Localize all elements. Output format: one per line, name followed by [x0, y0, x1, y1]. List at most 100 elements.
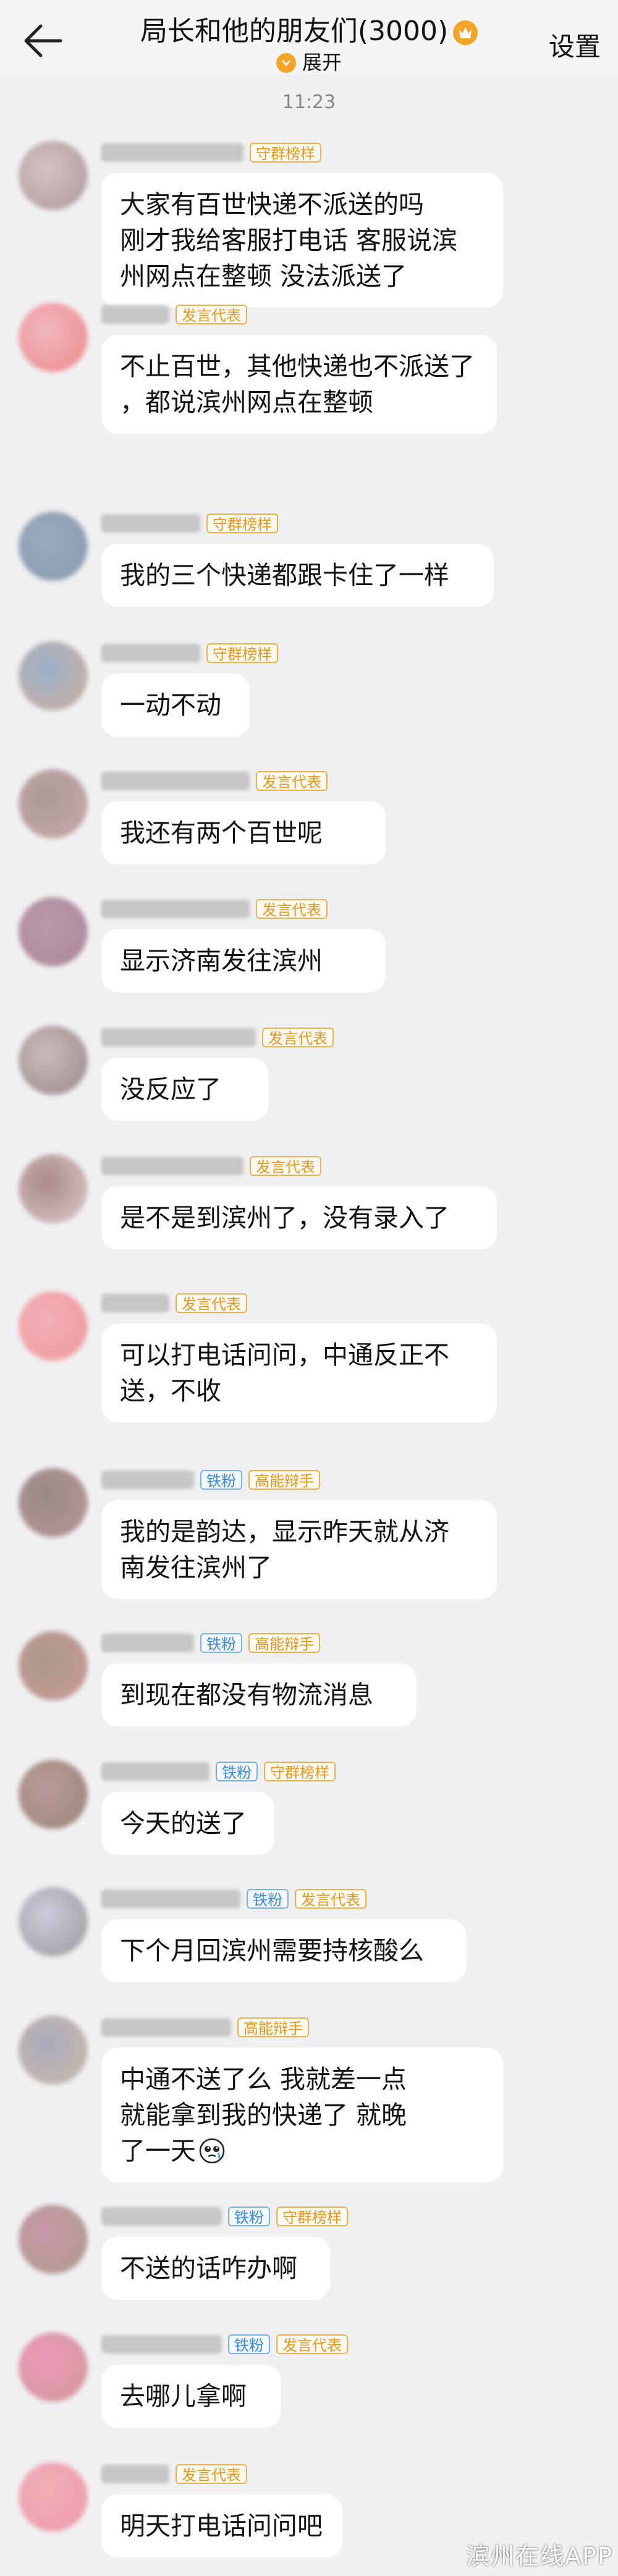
avatar[interactable] — [19, 897, 88, 966]
avatar[interactable] — [19, 2205, 88, 2274]
avatar[interactable] — [19, 2462, 88, 2532]
sender-name-blurred[interactable] — [101, 305, 169, 324]
message-bubble[interactable]: 我的三个快递都跟卡住了一样 — [101, 544, 494, 607]
message-text: 我的是韵达，显示昨天就从济 南发往滨州了 — [120, 1517, 449, 1582]
message-bubble[interactable]: 不止百世，其他快递也不派送了 ，都说滨州网点在整顿 — [101, 335, 497, 434]
message-text: 到现在都没有物流消息 — [120, 1680, 373, 1710]
chat-header: 局长和他的朋友们(3000) 展开 设置 — [0, 0, 618, 74]
sender-row: 发言代表 — [101, 771, 328, 792]
member-badge: 发言代表 — [176, 1293, 247, 1313]
group-title: 局长和他的朋友们(3000) — [140, 15, 449, 47]
message-bubble[interactable]: 一动不动 — [101, 674, 250, 737]
sender-name-blurred[interactable] — [101, 1471, 194, 1489]
sender-row: 守群榜样 — [101, 643, 278, 664]
sender-name-blurred[interactable] — [101, 514, 200, 533]
avatar[interactable] — [19, 641, 88, 711]
avatar[interactable] — [19, 1887, 88, 1956]
sender-name-blurred[interactable] — [101, 1762, 210, 1781]
sender-name-blurred[interactable] — [101, 143, 243, 162]
message-bubble[interactable]: 中通不送了么 我就差一点 就能拿到我的快递了 就晚 了一天 — [101, 2048, 503, 2182]
sender-name-blurred[interactable] — [101, 2465, 169, 2483]
sender-row: 发言代表 — [101, 1027, 334, 1048]
message-bubble[interactable]: 到现在都没有物流消息 — [101, 1663, 417, 1726]
sender-row: 高能辩手 — [101, 2017, 309, 2038]
sender-name-blurred[interactable] — [101, 1028, 256, 1047]
message-text: 不止百世，其他快递也不派送了 ，都说滨州网点在整顿 — [120, 352, 475, 417]
crying-face-emoji-icon — [199, 2138, 225, 2164]
avatar[interactable] — [19, 303, 88, 372]
sender-row: 发言代表 — [101, 898, 328, 919]
member-badge: 铁粉 — [228, 2334, 270, 2354]
member-badge: 发言代表 — [256, 899, 328, 919]
avatar[interactable] — [19, 1291, 88, 1361]
member-badge: 高能辩手 — [237, 2017, 309, 2037]
sender-row: 铁粉 守群榜样 — [101, 1761, 336, 1782]
message-bubble[interactable]: 今天的送了 — [101, 1792, 274, 1855]
sender-name-blurred[interactable] — [101, 1294, 169, 1312]
message-bubble[interactable]: 明天打电话问问吧 — [101, 2494, 342, 2557]
message-bubble[interactable]: 大家有百世快递不派送的吗 刚才我给客服打电话 客服说滨 州网点在整顿 没法派送了 — [101, 173, 503, 308]
message-bubble[interactable]: 我的是韵达，显示昨天就从济 南发往滨州了 — [101, 1500, 497, 1599]
sender-name-blurred[interactable] — [101, 772, 250, 790]
member-badge: 发言代表 — [262, 1028, 334, 1047]
avatar[interactable] — [19, 769, 88, 838]
sender-name-blurred[interactable] — [101, 2335, 222, 2354]
group-title-row[interactable]: 局长和他的朋友们(3000) — [0, 9, 618, 48]
avatar[interactable] — [19, 1631, 88, 1700]
chevron-down-icon — [276, 53, 296, 73]
sender-row: 守群榜样 — [101, 142, 321, 163]
avatar[interactable] — [19, 1026, 88, 1095]
sender-row: 发言代表 — [101, 1293, 247, 1314]
member-badge: 发言代表 — [176, 305, 247, 324]
sender-name-blurred[interactable] — [101, 644, 200, 662]
message-text: 是不是到滨州了，没有录入了 — [120, 1203, 449, 1233]
member-badge: 铁粉 — [228, 2206, 270, 2226]
sender-name-blurred[interactable] — [101, 1890, 240, 1908]
message-text: 我的三个快递都跟卡住了一样 — [120, 560, 449, 590]
member-badge: 高能辩手 — [248, 1633, 320, 1653]
member-badge: 发言代表 — [295, 1889, 366, 1909]
message-bubble[interactable]: 去哪儿拿啊 — [101, 2365, 281, 2428]
sender-name-blurred[interactable] — [101, 2018, 231, 2037]
message-bubble[interactable]: 下个月回滨州需要持核酸么 — [101, 1919, 466, 1982]
message-bubble[interactable]: 不送的话咋办啊 — [101, 2237, 330, 2300]
avatar[interactable] — [19, 2333, 88, 2402]
avatar[interactable] — [19, 512, 88, 581]
message-text: 下个月回滨州需要持核酸么 — [120, 1936, 424, 1966]
message-bubble[interactable]: 我还有两个百世呢 — [101, 801, 386, 864]
member-badge: 高能辩手 — [248, 1470, 320, 1490]
member-badge: 铁粉 — [200, 1633, 242, 1653]
expand-label: 展开 — [302, 51, 342, 74]
sender-name-blurred[interactable] — [101, 900, 250, 918]
member-badge: 守群榜样 — [250, 143, 321, 163]
avatar[interactable] — [19, 2016, 88, 2085]
avatar[interactable] — [19, 1154, 88, 1223]
watermark: 滨州在线APP — [466, 2543, 613, 2570]
message-text: 去哪儿拿啊 — [120, 2381, 247, 2411]
sender-row: 守群榜样 — [101, 513, 278, 534]
member-badge: 发言代表 — [256, 771, 328, 791]
avatar[interactable] — [19, 1760, 88, 1829]
member-badge: 守群榜样 — [206, 513, 278, 533]
sender-name-blurred[interactable] — [101, 2207, 222, 2226]
message-bubble[interactable]: 没反应了 — [101, 1058, 268, 1121]
settings-button[interactable]: 设置 — [549, 26, 601, 64]
sender-name-blurred[interactable] — [101, 1157, 243, 1175]
member-badge: 铁粉 — [216, 1762, 258, 1781]
member-badge: 发言代表 — [276, 2334, 348, 2354]
avatar[interactable] — [19, 1468, 88, 1537]
message-text: 今天的送了 — [120, 1809, 247, 1838]
message-text: 一动不动 — [120, 690, 221, 720]
member-badge: 铁粉 — [247, 1889, 289, 1909]
message-bubble[interactable]: 可以打电话问问，中通反正不 送，不收 — [101, 1324, 497, 1422]
message-bubble[interactable]: 是不是到滨州了，没有录入了 — [101, 1186, 497, 1249]
sender-row: 铁粉 守群榜样 — [101, 2206, 348, 2227]
message-bubble[interactable]: 显示济南发往滨州 — [101, 929, 386, 992]
message-text: 没反应了 — [120, 1075, 221, 1104]
expand-button[interactable]: 展开 — [0, 47, 618, 75]
sender-row: 铁粉 发言代表 — [101, 2334, 348, 2355]
sender-name-blurred[interactable] — [101, 1634, 194, 1652]
message-text: 大家有百世快递不派送的吗 刚才我给客服打电话 客服说滨 州网点在整顿 没法派送了 — [120, 190, 458, 291]
message-text: 不送的话咋办啊 — [120, 2253, 297, 2283]
avatar[interactable] — [19, 141, 88, 210]
